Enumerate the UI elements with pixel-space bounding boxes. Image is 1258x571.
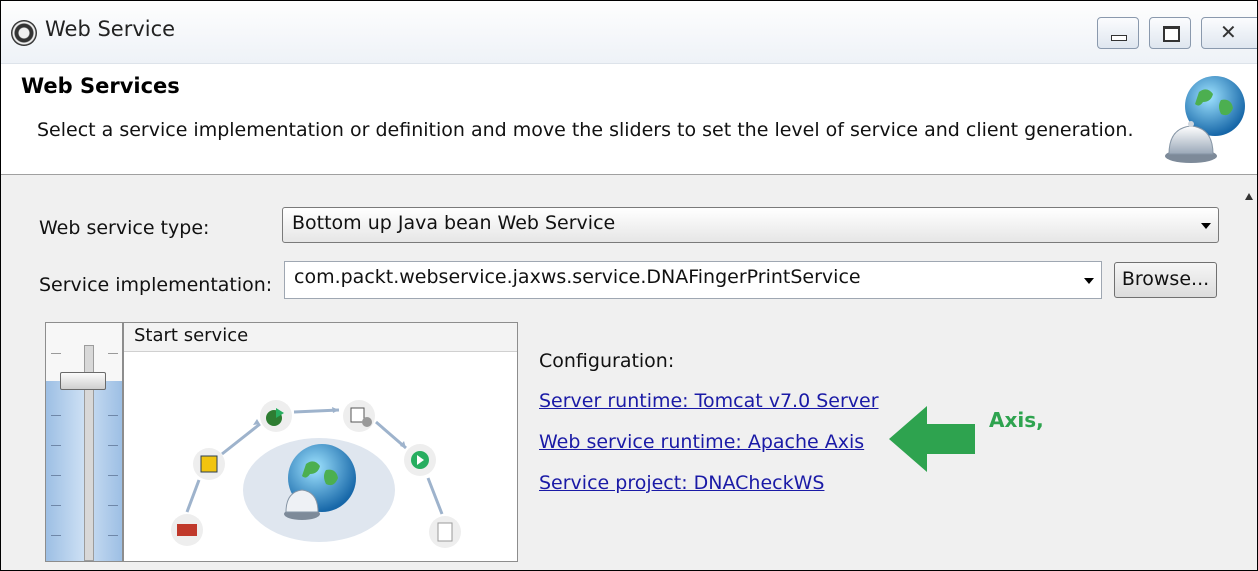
server-runtime-link[interactable]: Server runtime: Tomcat v7.0 Server [539, 390, 879, 412]
web-service-dialog: Web Service ✕ Web Services Select a serv… [0, 0, 1258, 571]
browse-button[interactable]: Browse... [1114, 262, 1217, 298]
service-level-preview: Start service [123, 322, 518, 562]
preview-header: Start service [124, 323, 517, 352]
slider-thumb[interactable] [60, 372, 106, 390]
slider-tick [108, 535, 118, 536]
vertical-scrollbar[interactable] [1243, 185, 1257, 570]
web-service-runtime-link[interactable]: Web service runtime: Apache Axis [539, 431, 864, 453]
maximize-icon [1163, 26, 1180, 42]
wizard-banner: Web Services Select a service implementa… [1, 64, 1257, 175]
service-implementation-value: com.packt.webservice.jaxws.service.DNAFi… [294, 266, 861, 288]
maximize-button[interactable] [1149, 17, 1191, 49]
slider-tick [51, 535, 61, 536]
slider-tick [108, 475, 118, 476]
chevron-down-icon [1201, 223, 1211, 229]
service-project-link[interactable]: Service project: DNACheckWS [539, 472, 824, 494]
slider-tick [51, 505, 61, 506]
slider-tick [51, 445, 61, 446]
service-implementation-combo[interactable]: com.packt.webservice.jaxws.service.DNAFi… [284, 261, 1102, 299]
title-bar: Web Service ✕ [1, 1, 1257, 64]
slider-tick [51, 415, 61, 416]
service-type-label: Web service type: [39, 217, 210, 239]
window-title: Web Service [45, 17, 176, 41]
slider-tick [108, 445, 118, 446]
minimize-icon [1111, 35, 1127, 41]
page-title: Web Services [21, 74, 180, 98]
configuration-label: Configuration: [539, 350, 675, 372]
slider-tick [108, 505, 118, 506]
slider-tick [51, 475, 61, 476]
annotation-text: Axis, [989, 408, 1044, 432]
globe-bell-icon [1163, 70, 1249, 170]
slider-tick [108, 353, 118, 354]
service-type-value: Bottom up Java bean Web Service [292, 212, 616, 234]
scroll-up-icon[interactable] [1245, 193, 1253, 200]
service-level-slider[interactable] [45, 322, 123, 562]
service-type-select[interactable]: Bottom up Java bean Web Service [282, 207, 1219, 243]
minimize-button[interactable] [1097, 17, 1139, 49]
annotation-arrow-icon [889, 406, 975, 472]
service-implementation-label: Service implementation: [39, 274, 273, 296]
wizard-content: Web service type: Bottom up Java bean We… [1, 175, 1257, 570]
slider-tick [108, 415, 118, 416]
close-button[interactable]: ✕ [1201, 17, 1257, 49]
service-level-label: Start service [134, 325, 249, 346]
close-icon: ✕ [1220, 20, 1237, 44]
eclipse-app-icon [11, 20, 37, 46]
chevron-down-icon [1084, 278, 1094, 284]
page-description: Select a service implementation or defin… [37, 119, 1134, 141]
slider-tick [51, 353, 61, 354]
service-lifecycle-diagram [171, 400, 461, 548]
